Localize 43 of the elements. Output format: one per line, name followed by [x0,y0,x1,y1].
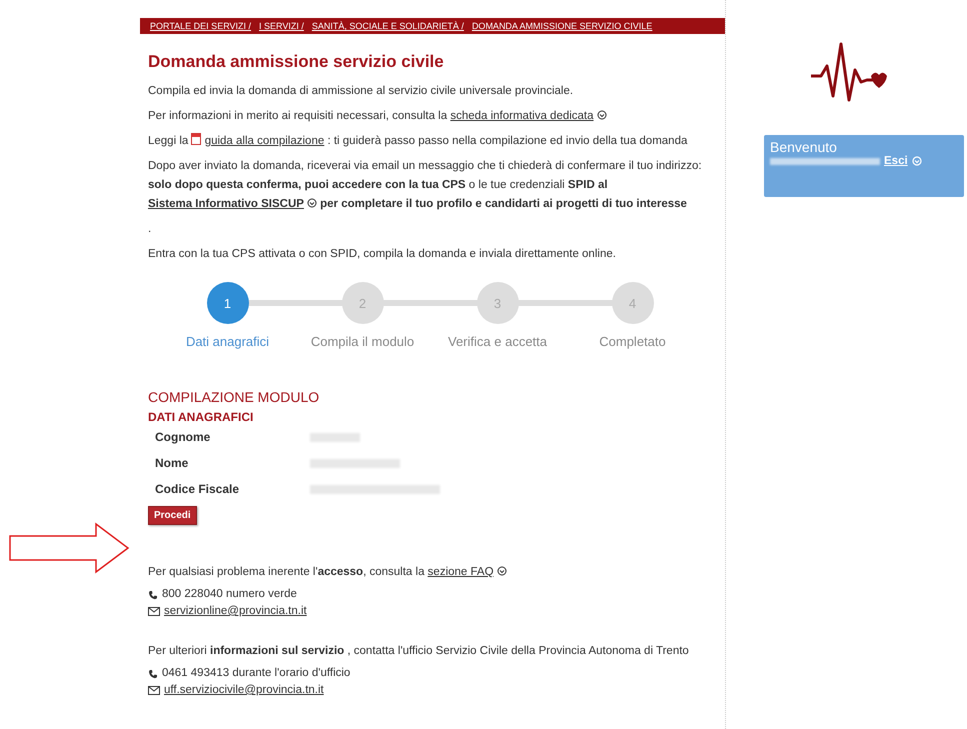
field-label: Cognome [155,430,212,444]
phone-number: 0461 493413 durante l'orario d'ufficio [162,666,350,681]
welcome-title: Benvenuto [770,139,838,155]
breadcrumb-link[interactable]: DOMANDA AMMISSIONE SERVIZIO CIVILE [472,21,652,31]
step-circle: 1 [206,282,248,324]
proceed-button[interactable]: Procedi [148,506,197,525]
paragraph: Leggi la guida alla compilazione : ti guiderà passo passo nella compilazione ed invio della tua domanda [148,132,688,149]
page-title: Domanda ammissione servizio civile [148,52,445,72]
external-link-icon [496,566,507,576]
link[interactable]: sezione FAQ [428,566,494,578]
subsection-heading: DATI ANAGRAFICI [148,410,254,424]
paragraph: Per ulteriori informazioni sul servizio , contatta l'ufficio Servizio Civile della Provincia Autonoma di Trento [148,644,690,659]
envelope-icon [148,607,160,616]
phone-number: 800 228040 numero verde [162,587,297,602]
field-label: Codice Fiscale [155,482,240,496]
pdf-icon [191,133,202,145]
breadcrumb-link[interactable]: SANITÀ, SOCIALE E SOLIDARIETÀ / [312,21,464,31]
link[interactable]: guida alla compilazione [204,135,324,147]
section-heading: COMPILAZIONE MODULO [148,389,320,405]
email-link[interactable]: servizionline@provincia.tn.it [164,603,307,620]
step-label: Verifica e accetta [448,334,547,349]
step-label: Compila il modulo [310,334,414,349]
external-link-icon [596,110,607,120]
external-link-icon [912,156,922,166]
paragraph: . [148,222,152,237]
envelope-icon [148,686,160,695]
external-link-icon [306,198,317,208]
link[interactable]: scheda informativa dedicata [450,110,594,122]
paragraph: Compila ed invia la domanda di ammissione al servizio civile universale provinciale. [148,84,574,99]
email-link[interactable]: uff.serviziocivile@provincia.tn.it [164,682,324,699]
phone-icon [148,668,158,678]
step-label: Completato [599,334,666,349]
breadcrumb-link[interactable]: I SERVIZI / [259,21,304,31]
breadcrumb-link[interactable]: PORTALE DEI SERVIZI / [150,21,252,31]
paragraph: Dopo aver inviato la domanda, riceverai via email un messaggio che ti chiederà di confermare il tuo indirizzo: solo dopo questa conferma, puoi accedere con la tua CPS o le tue credenziali SPID al Sistema Informativo SISCUP per completare il tuo profilo e candidarti ai progetti di tuo interesse [148,159,703,212]
paragraph: Per qualsiasi problema inerente l'accesso, consulta la sezione FAQ [148,563,725,582]
paragraph: Per informazioni in merito ai requisiti necessari, consulta la scheda informativa dedicata [148,107,725,126]
step-label: Dati anagrafici [186,334,270,349]
arrow-icon [8,522,130,574]
field-label: Nome [155,456,190,470]
paragraph: Entra con la tua CPS attivata o con SPID, compila la domanda e inviala direttamente online. [148,247,617,262]
link[interactable]: Sistema Informativo SISCUP [148,198,304,210]
phone-icon [148,590,158,600]
